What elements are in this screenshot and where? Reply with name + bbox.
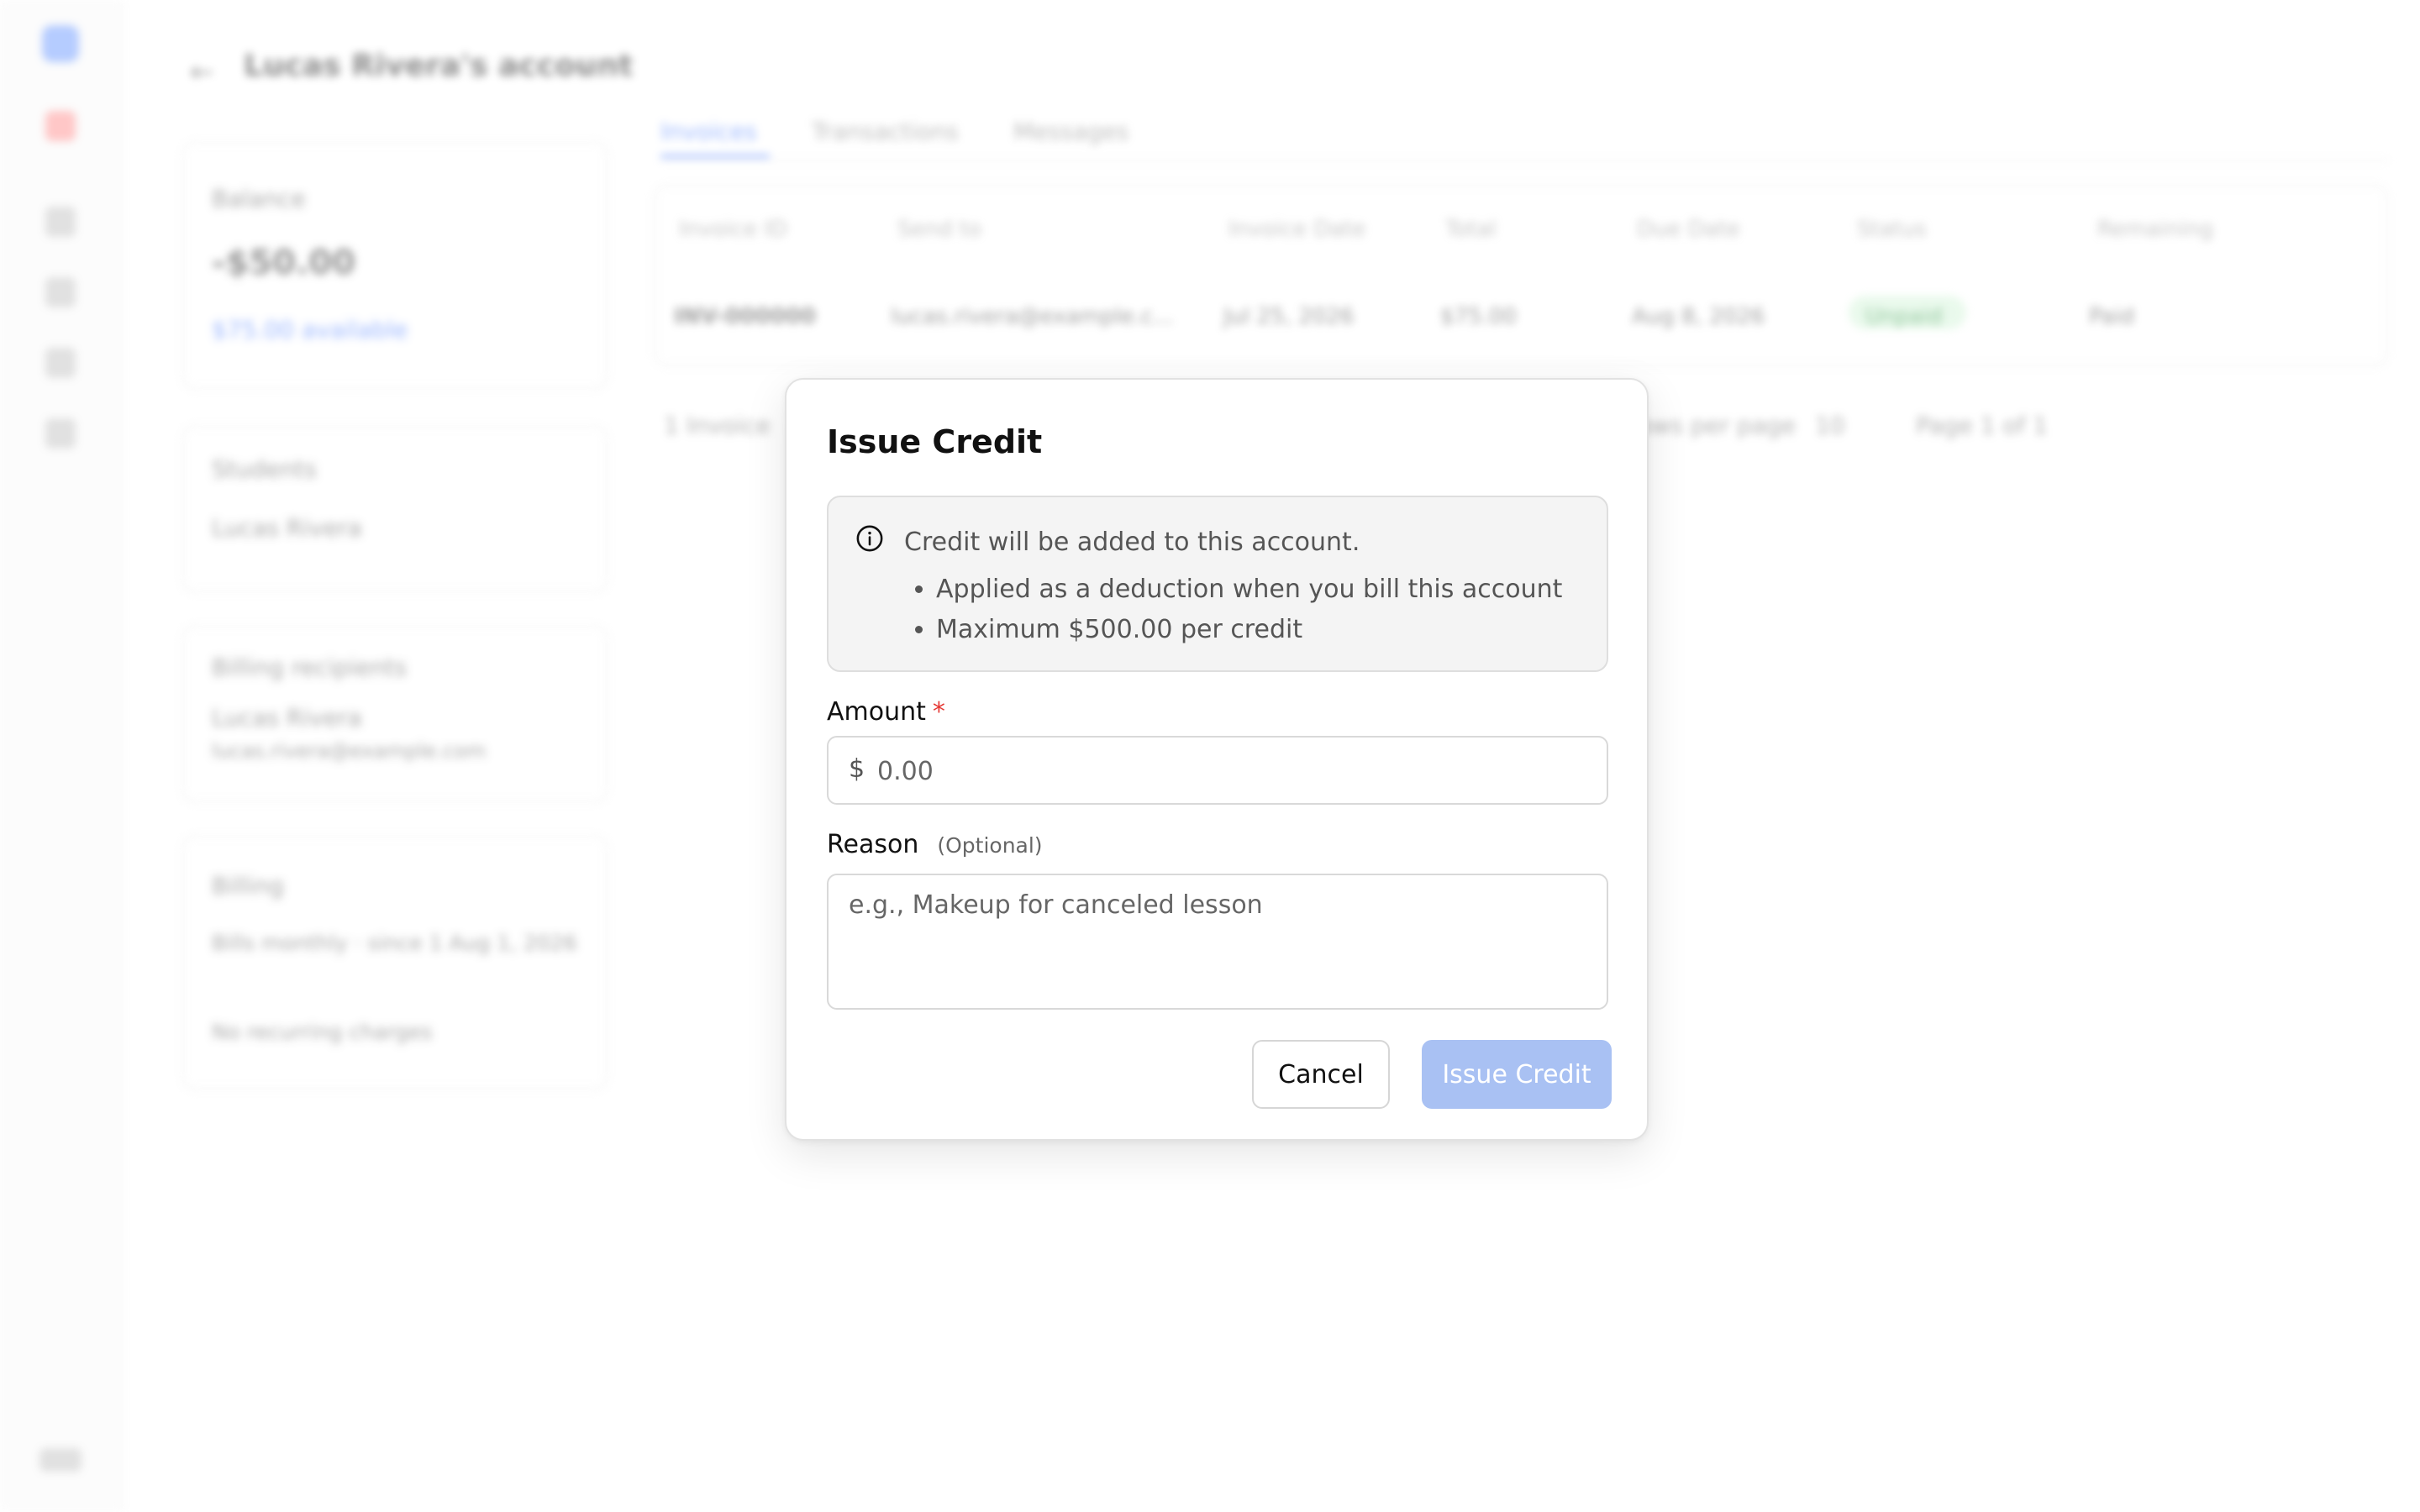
students-card: Students Lucas Rivera [182,425,608,593]
balance-amount: -$50.00 [212,244,355,282]
table-cell: lucas.rivera@example.c... [891,304,1174,329]
available-credit-link: $75.00 available [212,316,408,344]
table-header: Total [1445,217,1497,242]
student-item: Lucas Rivera [212,514,362,542]
tab-invoices: Invoices [660,118,757,145]
table-header: Due Date [1637,217,1740,242]
table-cell: Aug 8, 2026 [1632,304,1765,329]
invoices-table: Invoice ID Send to Invoice Date Total Du… [654,185,2388,366]
amount-label-text: Amount [827,697,926,727]
dialog-title: Issue Credit [827,423,1043,460]
rail-messages-icon [45,348,76,378]
table-header: Remaining [2097,217,2214,242]
amount-field[interactable]: $ [827,736,1608,805]
rail-students-icon [45,207,76,237]
invoice-count: 1 Invoice [664,412,771,439]
info-bullet-list: Applied as a deduction when you bill thi… [902,570,1562,650]
table-header: Invoice ID [679,217,787,242]
balance-title: Balance [212,185,306,213]
table-cell: $75.00 [1440,304,1517,329]
active-tab-indicator [660,155,770,158]
table-header: Invoice Date [1228,217,1366,242]
reason-textarea[interactable] [827,874,1608,1010]
students-title: Students [212,455,317,483]
tab-bar: Invoices Transactions Messages [660,113,2390,161]
side-rail [0,0,123,1512]
required-marker: * [932,697,945,727]
rail-reports-icon [45,418,76,449]
billing-recipients-card: Billing recipients Lucas Rivera lucas.ri… [182,625,608,803]
billing-card: Billing Bills monthly · since 1 Aug 1, 2… [182,835,608,1090]
amount-input[interactable] [876,746,1585,796]
issue-credit-button[interactable]: Issue Credit [1422,1040,1612,1109]
page-title: Lucas Rivera's account [244,49,634,83]
back-button: ← [190,55,214,89]
table-cell: Paid [2089,304,2135,329]
info-heading: Credit will be added to this account. [904,528,1360,557]
recipient-name: Lucas Rivera [212,704,362,732]
rows-per-page-select: 10 [1815,412,1845,439]
cancel-button[interactable]: Cancel [1252,1040,1390,1109]
rail-profile-icon [39,1448,82,1472]
page-indicator: Page 1 of 1 [1916,412,2049,439]
recipient-email: lucas.rivera@example.com [212,739,487,763]
table-cell: Jul 25, 2026 [1223,304,1355,329]
billing-title: Billing [212,872,284,900]
rail-billing-icon [45,277,76,307]
more-options-icon: ⋯ [580,52,607,84]
recurring-charges: No recurring charges [212,1020,433,1044]
app-logo-icon [42,25,79,62]
info-bullet: Maximum $500.00 per credit [936,610,1562,650]
table-header: Send to [897,217,981,242]
reason-label-text: Reason [827,830,919,859]
balance-card: Balance -$50.00 $75.00 available [182,141,608,390]
rail-calendar-icon [45,111,76,141]
currency-symbol: $ [849,754,865,784]
issue-credit-dialog: Issue Credit Credit will be added to thi… [785,378,1649,1141]
optional-hint: (Optional) [937,833,1043,858]
info-bullet: Applied as a deduction when you bill thi… [936,570,1562,610]
status-text: Unpaid [1865,304,1943,329]
info-icon [856,525,883,552]
billing-recipients-title: Billing recipients [212,654,408,681]
tab-messages: Messages [1013,118,1129,145]
reason-label: Reason (Optional) [827,830,1043,859]
table-header: Status [1857,217,1927,242]
tab-transactions: Transactions [812,118,959,145]
table-cell: INV-000000 [674,304,816,329]
info-callout: Credit will be added to this account. Ap… [827,496,1608,672]
billing-schedule: Bills monthly · since 1 Aug 1, 2026 [212,931,577,955]
amount-label: Amount * [827,697,945,727]
